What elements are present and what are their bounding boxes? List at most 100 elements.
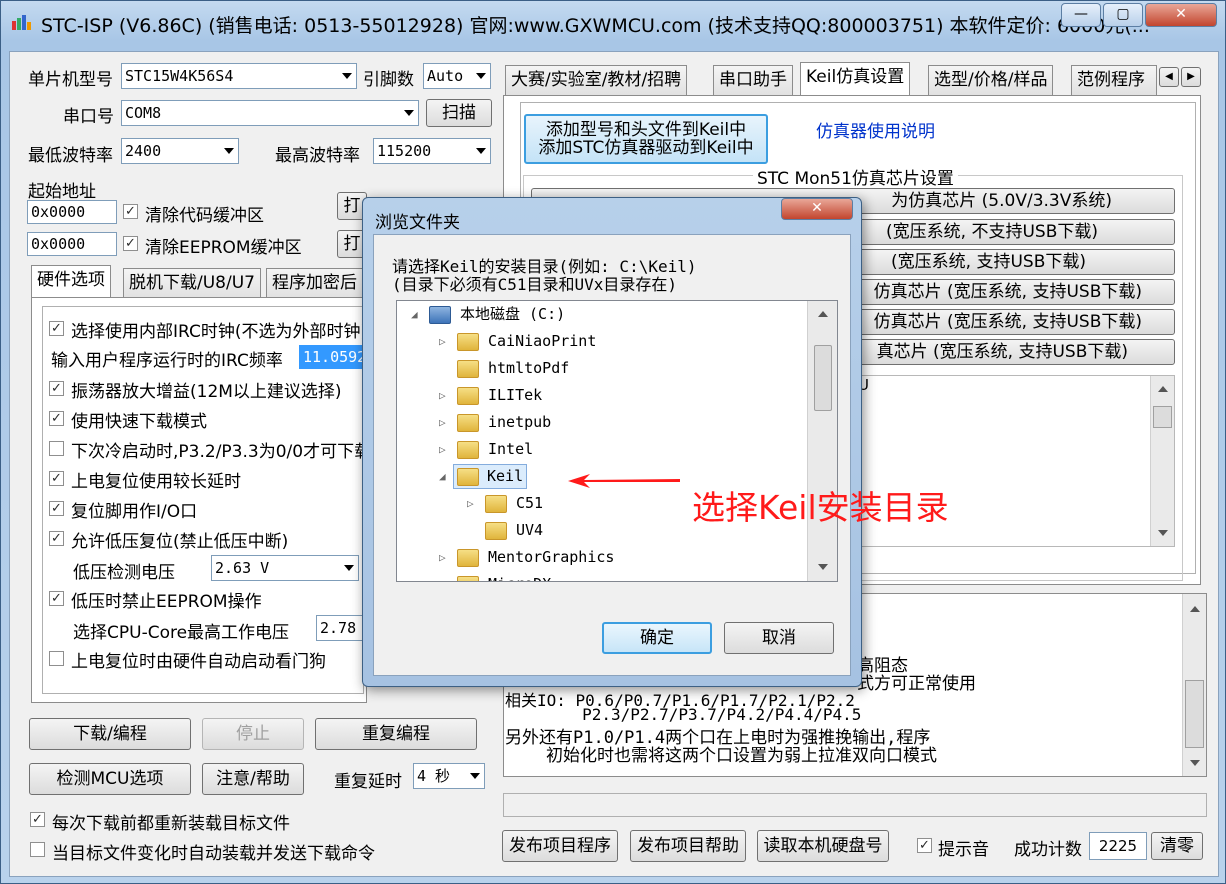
- chip-info-scrollbar[interactable]: [1150, 376, 1174, 546]
- emulator-help-link[interactable]: 仿真器使用说明: [816, 117, 935, 142]
- option-label-gain: 振荡器放大增益(12M以上建议选择): [71, 382, 342, 402]
- cancel-button[interactable]: 取消: [724, 622, 834, 654]
- clear-eeprom-checkbox[interactable]: ✓: [123, 236, 138, 251]
- expanded-icon[interactable]: ◢: [411, 301, 418, 328]
- collapsed-icon[interactable]: ▷: [439, 409, 446, 436]
- chevron-down-icon: [404, 110, 414, 116]
- irc-freq-input[interactable]: 11.0592: [299, 345, 367, 369]
- option-checkbox-watchdog[interactable]: [49, 651, 64, 666]
- min-baud-select[interactable]: 2400: [121, 138, 239, 164]
- browse-folder-dialog: 浏览文件夹 ✕ 请选择Keil的安装目录(例如: C:\Keil) (目录下必须…: [362, 197, 862, 687]
- chip-button-label: 仿真芯片 (宽压系统, 支持USB下载): [873, 312, 1142, 332]
- reprogram-button[interactable]: 重复编程: [315, 718, 477, 750]
- detect-mcu-button[interactable]: 检测MCU选项: [29, 763, 191, 795]
- folder-icon: [457, 468, 479, 486]
- add-keil-button[interactable]: 添加型号和头文件到Keil中 添加STC仿真器驱动到Keil中: [524, 114, 768, 164]
- cpu-core-value: 2.78: [320, 619, 357, 637]
- chip-button-label: 仿真芯片 (宽压系统, 支持USB下载): [873, 282, 1142, 302]
- tree-scrollbar[interactable]: [807, 301, 837, 581]
- dialog-prompt-line2: (目录下必须有C51目录和UVx目录存在): [392, 275, 678, 294]
- option-label-reset-io: 复位脚用作I/O口: [71, 502, 198, 522]
- irc-freq-label: 输入用户程序运行时的IRC频率: [51, 351, 283, 371]
- publish-help-button[interactable]: 发布项目帮助: [630, 830, 746, 862]
- chevron-down-icon: [344, 565, 354, 571]
- window-title: STC-ISP (V6.86C) (销售电话: 0513-55012928) 官…: [41, 15, 1150, 37]
- title-bar[interactable]: STC-ISP (V6.86C) (销售电话: 0513-55012928) 官…: [1, 1, 1226, 41]
- option-checkbox-irc[interactable]: ✓: [49, 321, 64, 336]
- max-baud-value: 115200: [377, 142, 432, 160]
- tab-selection-price[interactable]: 选型/价格/样品: [928, 65, 1054, 95]
- start-addr-input-1[interactable]: 0x0000: [27, 200, 117, 224]
- collapsed-icon[interactable]: ▷: [439, 382, 446, 409]
- help-button[interactable]: 注意/帮助: [202, 763, 304, 795]
- chevron-down-icon: [476, 73, 486, 79]
- tab-encryption[interactable]: 程序加密后: [266, 268, 366, 298]
- tab-serial-assistant[interactable]: 串口助手: [713, 65, 793, 95]
- max-baud-select[interactable]: 115200: [373, 138, 491, 164]
- tab-offline-download[interactable]: 脱机下载/U8/U7: [123, 268, 261, 298]
- option-label-fast-download: 使用快速下载模式: [71, 412, 207, 432]
- reload-before-download-checkbox[interactable]: ✓: [30, 812, 45, 827]
- log-scrollbar[interactable]: [1182, 594, 1206, 776]
- option-checkbox-cold-start[interactable]: [49, 441, 64, 456]
- tree-item-label: C51: [516, 494, 544, 512]
- clear-count-button[interactable]: 清零: [1151, 832, 1203, 860]
- collapsed-icon[interactable]: ▷: [467, 490, 474, 517]
- scroll-up-icon[interactable]: [1190, 606, 1200, 612]
- scrollbar-thumb[interactable]: [1185, 680, 1204, 748]
- pin-count-select[interactable]: Auto: [423, 63, 491, 89]
- start-addr-input-2[interactable]: 0x0000: [27, 232, 117, 256]
- scroll-down-icon[interactable]: [1158, 530, 1168, 536]
- expanded-icon[interactable]: ◢: [439, 463, 446, 490]
- scroll-up-icon[interactable]: [818, 311, 828, 317]
- tree-item-label: CaiNiaoPrint: [488, 332, 597, 350]
- option-checkbox-fast-download[interactable]: ✓: [49, 411, 64, 426]
- add-keil-line1: 添加型号和头文件到Keil中: [545, 120, 747, 140]
- option-checkbox-reset-io[interactable]: ✓: [49, 501, 64, 516]
- option-checkbox-gain[interactable]: ✓: [49, 381, 64, 396]
- folder-tree[interactable]: ◢ 本地磁盘 (C:) ▷ CaiNiaoPrint htmltoPdf ▷ ILITek ▷…: [396, 300, 838, 582]
- beep-checkbox[interactable]: ✓: [917, 838, 932, 853]
- collapsed-icon[interactable]: ▷: [439, 328, 446, 355]
- scan-button[interactable]: 扫描: [426, 99, 492, 127]
- option-checkbox-eeprom-low-volt[interactable]: ✓: [49, 591, 64, 606]
- cpu-core-select[interactable]: 2.78: [316, 615, 366, 641]
- maximize-button[interactable]: ▢: [1103, 3, 1143, 27]
- folder-icon: [457, 360, 479, 378]
- minimize-button[interactable]: —: [1061, 3, 1101, 27]
- port-select[interactable]: COM8: [121, 100, 419, 126]
- mcu-model-select[interactable]: STC15W4K56S4: [121, 63, 357, 89]
- ok-button[interactable]: 确定: [602, 622, 712, 654]
- scrollbar-thumb[interactable]: [1153, 406, 1172, 428]
- repeat-delay-select[interactable]: 4 秒: [413, 763, 485, 789]
- option-checkbox-low-volt-reset[interactable]: ✓: [49, 531, 64, 546]
- auto-load-checkbox[interactable]: [30, 842, 45, 857]
- chip-button-label: 真芯片 (宽压系统, 支持USB下载): [876, 342, 1128, 362]
- max-baud-label: 最高波特率: [275, 146, 360, 166]
- tab-scroll-left-icon[interactable]: ◀: [1159, 67, 1179, 87]
- scroll-down-icon[interactable]: [1190, 760, 1200, 766]
- stop-button[interactable]: 停止: [202, 718, 304, 750]
- low-volt-select[interactable]: 2.63 V: [211, 555, 359, 581]
- start-addr-label: 起始地址: [28, 182, 96, 202]
- tab-examples[interactable]: 范例程序: [1071, 65, 1157, 95]
- low-volt-label: 低压检测电压: [73, 563, 175, 583]
- collapsed-icon[interactable]: ▷: [439, 436, 446, 463]
- option-checkbox-long-delay[interactable]: ✓: [49, 471, 64, 486]
- scroll-up-icon[interactable]: [1158, 386, 1168, 392]
- clear-code-checkbox[interactable]: ✓: [123, 204, 138, 219]
- mon51-group-title: STC Mon51仿真芯片设置: [753, 164, 958, 189]
- publish-program-button[interactable]: 发布项目程序: [502, 830, 618, 862]
- port-value: COM8: [125, 104, 162, 122]
- read-disk-button[interactable]: 读取本机硬盘号: [757, 830, 889, 862]
- download-button[interactable]: 下载/编程: [29, 718, 191, 750]
- collapsed-icon[interactable]: ▷: [439, 544, 446, 571]
- tab-hardware-options[interactable]: 硬件选项: [31, 265, 111, 298]
- tab-contest[interactable]: 大赛/实验室/教材/招聘: [505, 65, 688, 95]
- scroll-down-icon[interactable]: [818, 564, 828, 570]
- close-button[interactable]: ✕: [1145, 3, 1217, 27]
- scrollbar-thumb[interactable]: [814, 345, 832, 411]
- tab-scroll-right-icon[interactable]: ▶: [1181, 67, 1201, 87]
- tab-keil-settings[interactable]: Keil仿真设置: [800, 62, 911, 95]
- dialog-close-button[interactable]: ✕: [781, 198, 853, 220]
